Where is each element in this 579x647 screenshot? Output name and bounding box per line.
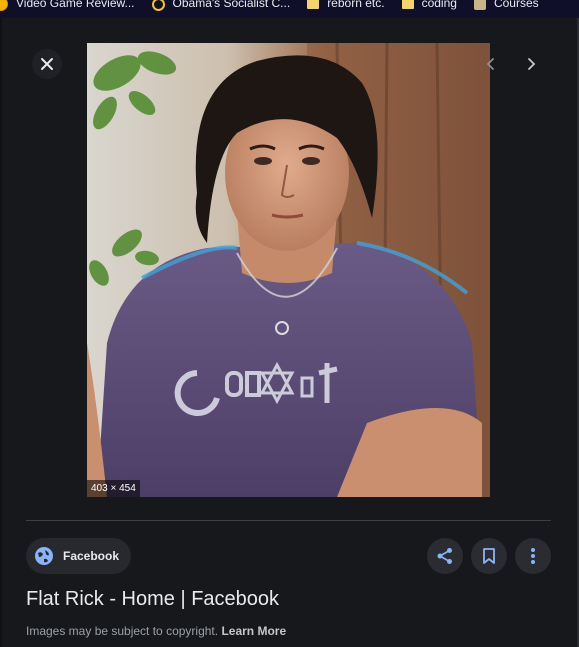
more-options-button[interactable] — [515, 538, 551, 574]
image-preview-panel: 403 × 454 Facebook Flat Rick - Home | Fa… — [2, 18, 577, 647]
bookmark-video-game-review[interactable]: Video Game Review... — [0, 0, 135, 12]
bookmark-label: coding — [421, 0, 457, 10]
image-dimensions: 403 × 454 — [87, 480, 140, 497]
next-image-button[interactable] — [516, 49, 546, 79]
copyright-notice: Images may be subject to copyright. Lear… — [26, 624, 286, 638]
bookmark-obamas-socialist[interactable]: Obama's Socialist C... — [151, 0, 291, 12]
more-vert-icon — [531, 548, 535, 564]
divider — [26, 520, 551, 521]
bookmark-label: reborn etc. — [327, 0, 385, 10]
game-favicon-icon — [0, 0, 8, 11]
portrait-photo — [87, 43, 490, 497]
previous-image-button[interactable] — [476, 49, 506, 79]
ring-favicon-icon — [151, 0, 165, 11]
bookmark-folder-coding[interactable]: coding — [401, 0, 457, 12]
close-button[interactable] — [32, 49, 62, 79]
course-favicon-icon — [473, 0, 486, 10]
folder-icon — [401, 0, 414, 9]
bookmarks-bar: Video Game Review... Obama's Socialist C… — [0, 0, 579, 18]
bookmark-label: Obama's Socialist C... — [172, 0, 291, 10]
bookmark-label: Video Game Review... — [16, 0, 135, 10]
bookmark-label: Courses — [493, 0, 539, 10]
bookmark-icon — [483, 548, 495, 564]
source-link[interactable]: Facebook — [26, 538, 132, 574]
copyright-text: Images may be subject to copyright. — [26, 624, 219, 638]
save-button[interactable] — [471, 538, 507, 574]
chevron-right-icon — [528, 58, 536, 70]
bookmark-folder-reborn[interactable]: reborn etc. — [307, 0, 385, 12]
folder-icon — [307, 0, 320, 9]
close-icon — [41, 58, 53, 70]
chevron-left-icon — [486, 58, 494, 70]
share-icon — [437, 548, 452, 564]
globe-icon — [35, 547, 53, 565]
learn-more-link[interactable]: Learn More — [221, 624, 286, 638]
preview-image[interactable]: 403 × 454 — [87, 43, 490, 497]
bookmark-courses[interactable]: Courses — [473, 0, 539, 12]
result-title[interactable]: Flat Rick - Home | Facebook — [26, 588, 279, 611]
share-button[interactable] — [427, 538, 463, 574]
source-label: Facebook — [63, 549, 120, 563]
